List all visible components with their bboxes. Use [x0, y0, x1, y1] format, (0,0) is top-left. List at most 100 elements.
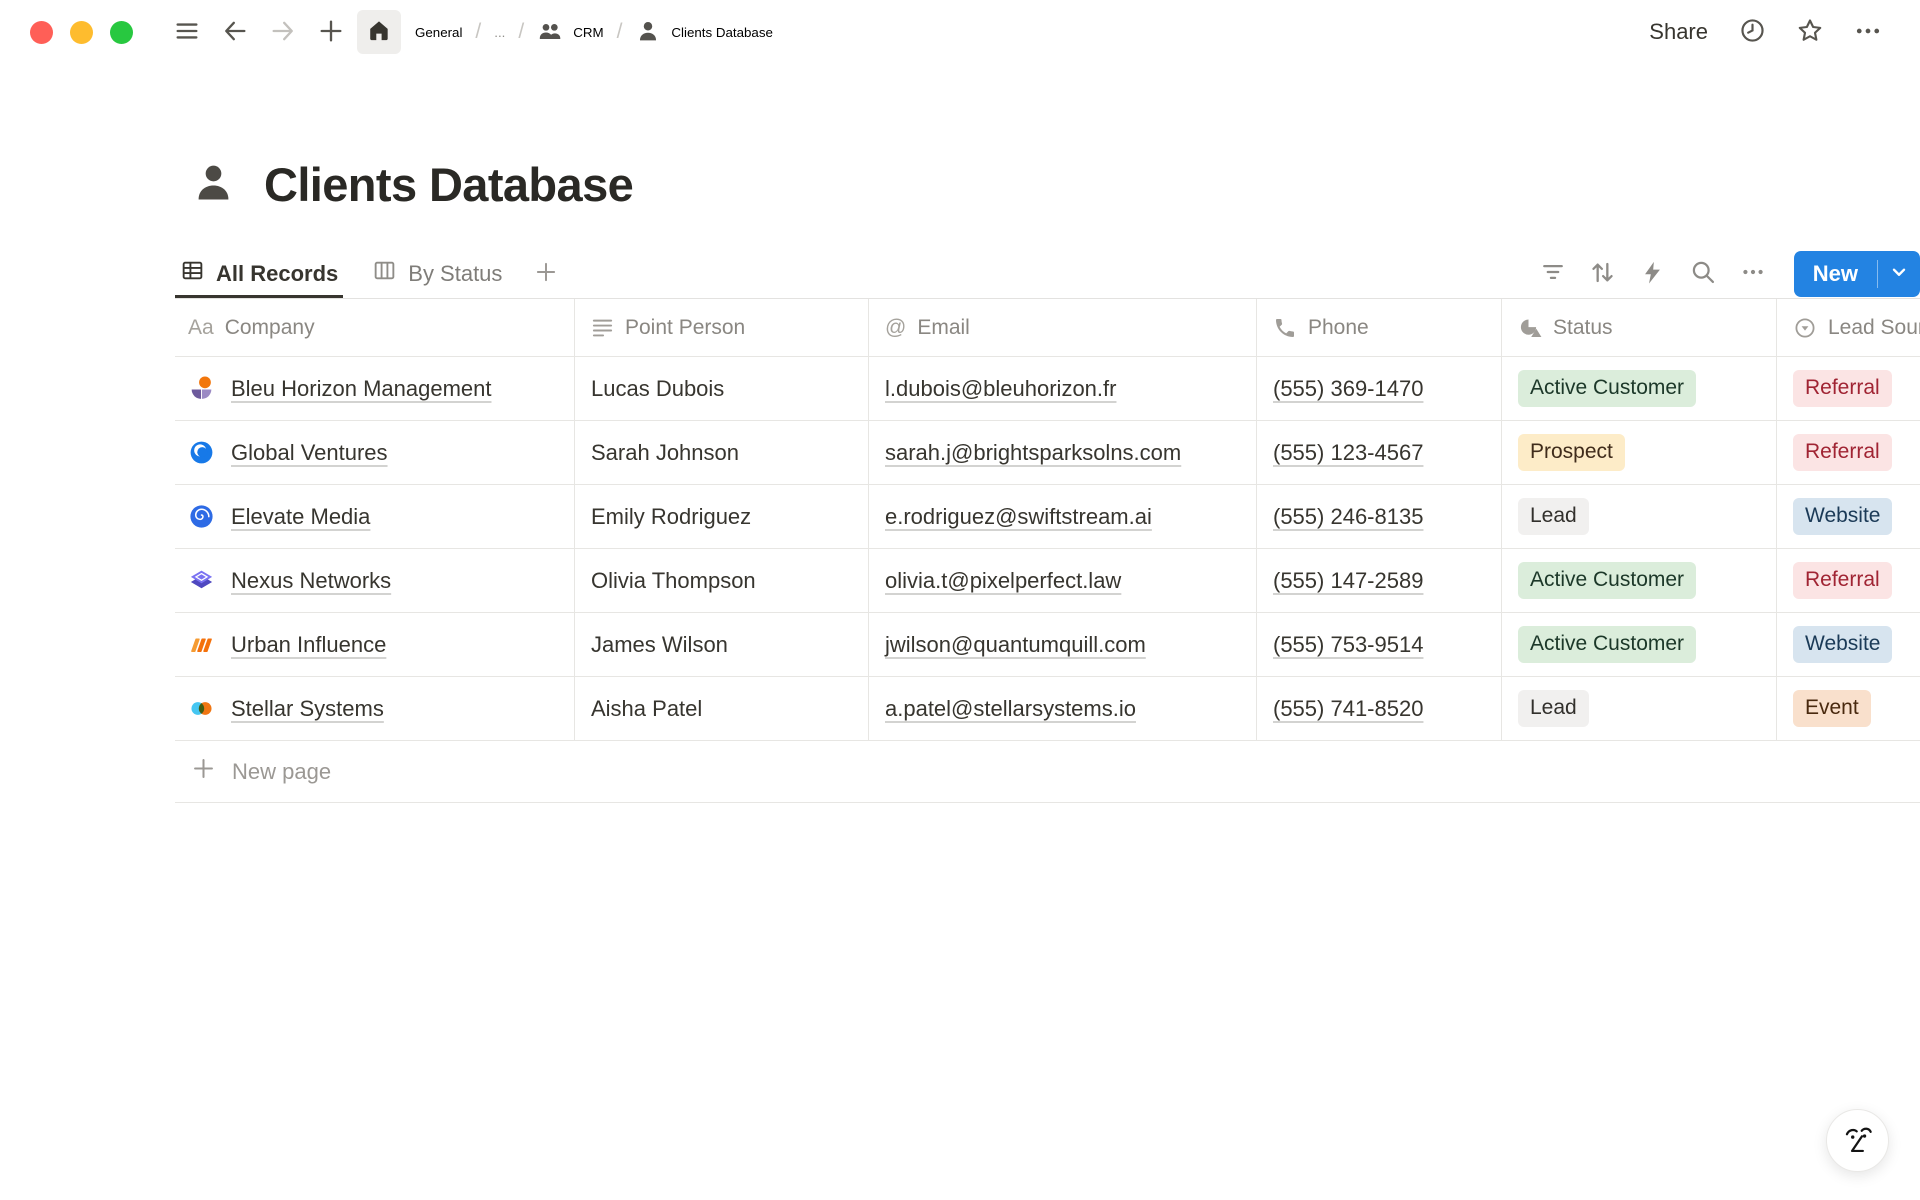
new-record-split-button: New: [1794, 251, 1920, 297]
phone-link[interactable]: (555) 753-9514: [1273, 632, 1423, 658]
phone-link[interactable]: (555) 147-2589: [1273, 568, 1423, 594]
status-cell[interactable]: Active Customer: [1502, 549, 1777, 612]
new-record-button[interactable]: New: [1794, 251, 1877, 297]
company-name-link[interactable]: Global Ventures: [231, 440, 388, 466]
automations-button[interactable]: [1632, 253, 1674, 295]
status-cell[interactable]: Lead: [1502, 677, 1777, 740]
breadcrumb-general[interactable]: General: [415, 25, 462, 40]
zoom-window-button[interactable]: [110, 21, 133, 44]
column-header-status[interactable]: Status: [1502, 299, 1777, 356]
more-options-button[interactable]: [1846, 10, 1890, 54]
tab-by-status[interactable]: By Status: [367, 249, 507, 298]
phone-cell[interactable]: (555) 753-9514: [1257, 613, 1502, 676]
point-person-cell[interactable]: Lucas Dubois: [575, 357, 869, 420]
phone-link[interactable]: (555) 123-4567: [1273, 440, 1423, 466]
phone-cell[interactable]: (555) 741-8520: [1257, 677, 1502, 740]
point-person-cell[interactable]: Aisha Patel: [575, 677, 869, 740]
lead-source-badge: Website: [1793, 626, 1892, 662]
point-person-cell[interactable]: Sarah Johnson: [575, 421, 869, 484]
share-button[interactable]: Share: [1649, 19, 1708, 45]
lead-source-cell[interactable]: Event: [1777, 677, 1920, 740]
email-cell[interactable]: sarah.j@brightsparksolns.com: [869, 421, 1257, 484]
email-cell[interactable]: a.patel@stellarsystems.io: [869, 677, 1257, 740]
email-cell[interactable]: l.dubois@bleuhorizon.fr: [869, 357, 1257, 420]
add-view-button[interactable]: [533, 259, 559, 288]
company-name-link[interactable]: Bleu Horizon Management: [231, 376, 491, 402]
company-name-link[interactable]: Nexus Networks: [231, 568, 391, 594]
email-link[interactable]: jwilson@quantumquill.com: [885, 632, 1146, 658]
lead-source-cell[interactable]: Website: [1777, 485, 1920, 548]
status-cell[interactable]: Active Customer: [1502, 357, 1777, 420]
tab-all-records[interactable]: All Records: [175, 249, 343, 298]
email-link[interactable]: e.rodriguez@swiftstream.ai: [885, 504, 1152, 530]
phone-cell[interactable]: (555) 147-2589: [1257, 549, 1502, 612]
lead-source-cell[interactable]: Referral: [1777, 357, 1920, 420]
sort-icon: [1588, 258, 1617, 290]
phone-cell[interactable]: (555) 123-4567: [1257, 421, 1502, 484]
breadcrumb: General / ... / CRM / Clients Database: [415, 18, 773, 47]
email-cell[interactable]: jwilson@quantumquill.com: [869, 613, 1257, 676]
phone-cell[interactable]: (555) 246-8135: [1257, 485, 1502, 548]
breadcrumb-separator: /: [617, 20, 623, 44]
breadcrumb-crm[interactable]: CRM: [537, 18, 603, 47]
table-header-row: AaCompanyPoint Person@EmailPhoneStatusLe…: [175, 299, 1920, 357]
new-record-dropdown-button[interactable]: [1878, 251, 1920, 297]
text-format-icon: Aa: [188, 316, 214, 340]
column-header-person[interactable]: Point Person: [575, 299, 869, 356]
status-cell[interactable]: Active Customer: [1502, 613, 1777, 676]
column-header-company[interactable]: AaCompany: [175, 299, 575, 356]
new-tab-button[interactable]: [309, 10, 353, 54]
email-cell[interactable]: e.rodriguez@swiftstream.ai: [869, 485, 1257, 548]
close-window-button[interactable]: [30, 21, 53, 44]
updates-button[interactable]: [1730, 10, 1774, 54]
page-title[interactable]: Clients Database: [264, 157, 633, 212]
email-link[interactable]: olivia.t@pixelperfect.law: [885, 568, 1121, 594]
new-page-button[interactable]: New page: [175, 741, 1920, 803]
email-link[interactable]: sarah.j@brightsparksolns.com: [885, 440, 1181, 466]
email-cell[interactable]: olivia.t@pixelperfect.law: [869, 549, 1257, 612]
point-person-cell[interactable]: James Wilson: [575, 613, 869, 676]
company-name-link[interactable]: Urban Influence: [231, 632, 386, 658]
phone-link[interactable]: (555) 369-1470: [1273, 376, 1423, 402]
column-header-phone[interactable]: Phone: [1257, 299, 1502, 356]
status-cell[interactable]: Lead: [1502, 485, 1777, 548]
lead-source-cell[interactable]: Referral: [1777, 421, 1920, 484]
company-cell[interactable]: Nexus Networks: [175, 549, 575, 612]
email-link[interactable]: a.patel@stellarsystems.io: [885, 696, 1136, 722]
sidebar-toggle-button[interactable]: [165, 10, 209, 54]
person-icon: [635, 18, 661, 47]
ellipsis-icon: [1739, 258, 1767, 289]
company-cell[interactable]: Bleu Horizon Management: [175, 357, 575, 420]
view-options-button[interactable]: [1732, 253, 1774, 295]
column-header-lead[interactable]: Lead Source: [1777, 299, 1920, 356]
minimize-window-button[interactable]: [70, 21, 93, 44]
filter-button[interactable]: [1532, 253, 1574, 295]
company-cell[interactable]: Urban Influence: [175, 613, 575, 676]
status-badge: Active Customer: [1518, 370, 1696, 406]
phone-link[interactable]: (555) 246-8135: [1273, 504, 1423, 530]
status-cell[interactable]: Prospect: [1502, 421, 1777, 484]
company-name-link[interactable]: Elevate Media: [231, 504, 370, 530]
forward-button[interactable]: [261, 10, 305, 54]
lead-source-cell[interactable]: Referral: [1777, 549, 1920, 612]
notion-ai-button[interactable]: [1826, 1109, 1889, 1172]
back-button[interactable]: [213, 10, 257, 54]
phone-cell[interactable]: (555) 369-1470: [1257, 357, 1502, 420]
favorite-button[interactable]: [1788, 10, 1832, 54]
email-link[interactable]: l.dubois@bleuhorizon.fr: [885, 376, 1116, 402]
point-person-cell[interactable]: Olivia Thompson: [575, 549, 869, 612]
company-cell[interactable]: Elevate Media: [175, 485, 575, 548]
search-button[interactable]: [1682, 253, 1724, 295]
lead-source-cell[interactable]: Website: [1777, 613, 1920, 676]
breadcrumb-clients-database[interactable]: Clients Database: [635, 18, 773, 47]
company-cell[interactable]: Stellar Systems: [175, 677, 575, 740]
breadcrumb-ellipsis[interactable]: ...: [494, 25, 505, 40]
person-icon: [190, 159, 237, 211]
point-person-cell[interactable]: Emily Rodriguez: [575, 485, 869, 548]
home-button[interactable]: [357, 10, 401, 54]
company-cell[interactable]: Global Ventures: [175, 421, 575, 484]
column-header-email[interactable]: @Email: [869, 299, 1257, 356]
sort-button[interactable]: [1582, 253, 1624, 295]
phone-link[interactable]: (555) 741-8520: [1273, 696, 1423, 722]
company-name-link[interactable]: Stellar Systems: [231, 696, 384, 722]
